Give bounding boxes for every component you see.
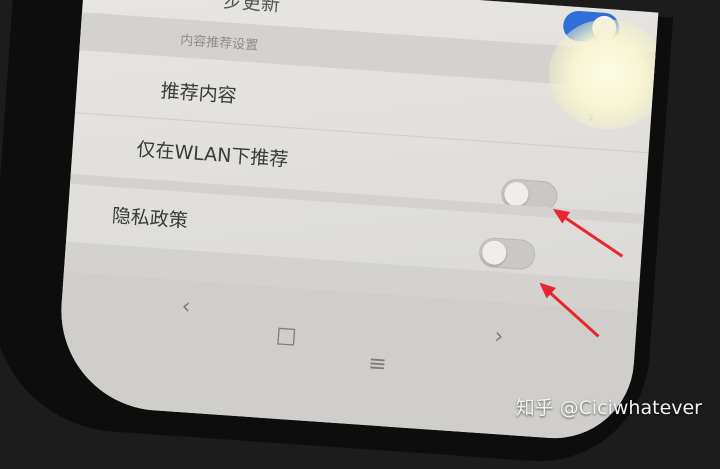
forward-icon[interactable]: › <box>494 324 505 350</box>
watermark: 知乎 @Ciciwhatever <box>515 397 702 419</box>
menu-icon[interactable]: ≡ <box>367 351 387 377</box>
privacy-toggle[interactable] <box>478 236 537 271</box>
privacy-label: 隐私政策 <box>111 204 189 233</box>
back-icon[interactable]: ‹ <box>181 294 192 320</box>
recommend-label: 推荐内容 <box>159 80 238 108</box>
toggle-knob <box>481 239 508 266</box>
toggle-knob <box>503 181 530 207</box>
home-icon[interactable]: □ <box>275 323 297 349</box>
